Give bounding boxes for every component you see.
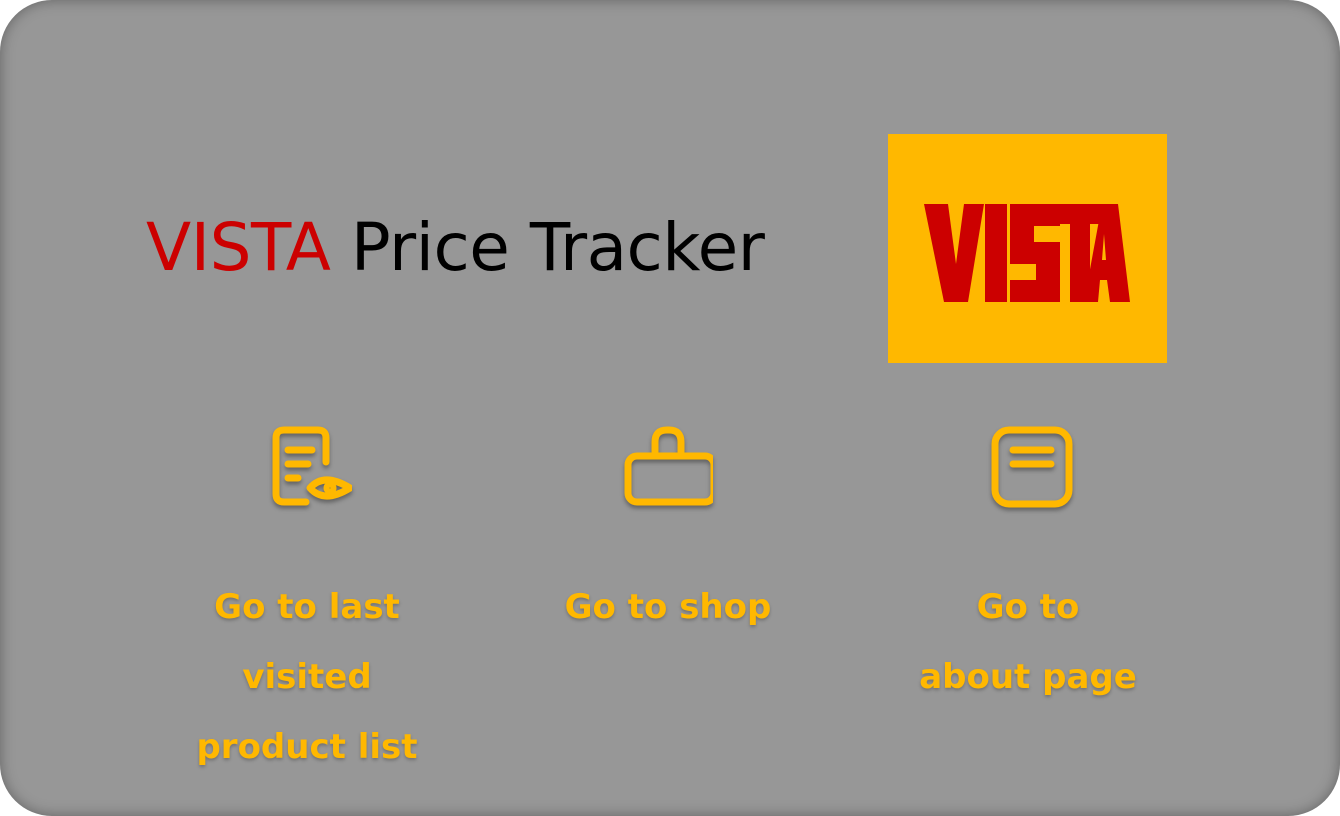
vista-logo: [888, 134, 1167, 363]
popup-card: VISTA Price Tracker Go to last visited p…: [0, 0, 1340, 816]
note-icon: [878, 422, 1178, 512]
about-page-label: Go to about page: [919, 587, 1137, 697]
vista-logo-mark: [924, 204, 1130, 302]
last-visited-label: Go to last visited product list: [196, 587, 418, 767]
title-brand: VISTA: [146, 209, 331, 286]
go-to-shop-label: Go to shop: [564, 587, 772, 627]
title-text: Price Tracker: [350, 209, 765, 286]
document-eye-icon: [157, 422, 457, 512]
shopping-bag-icon: [518, 422, 818, 512]
page-title: VISTA Price Tracker: [146, 208, 765, 288]
